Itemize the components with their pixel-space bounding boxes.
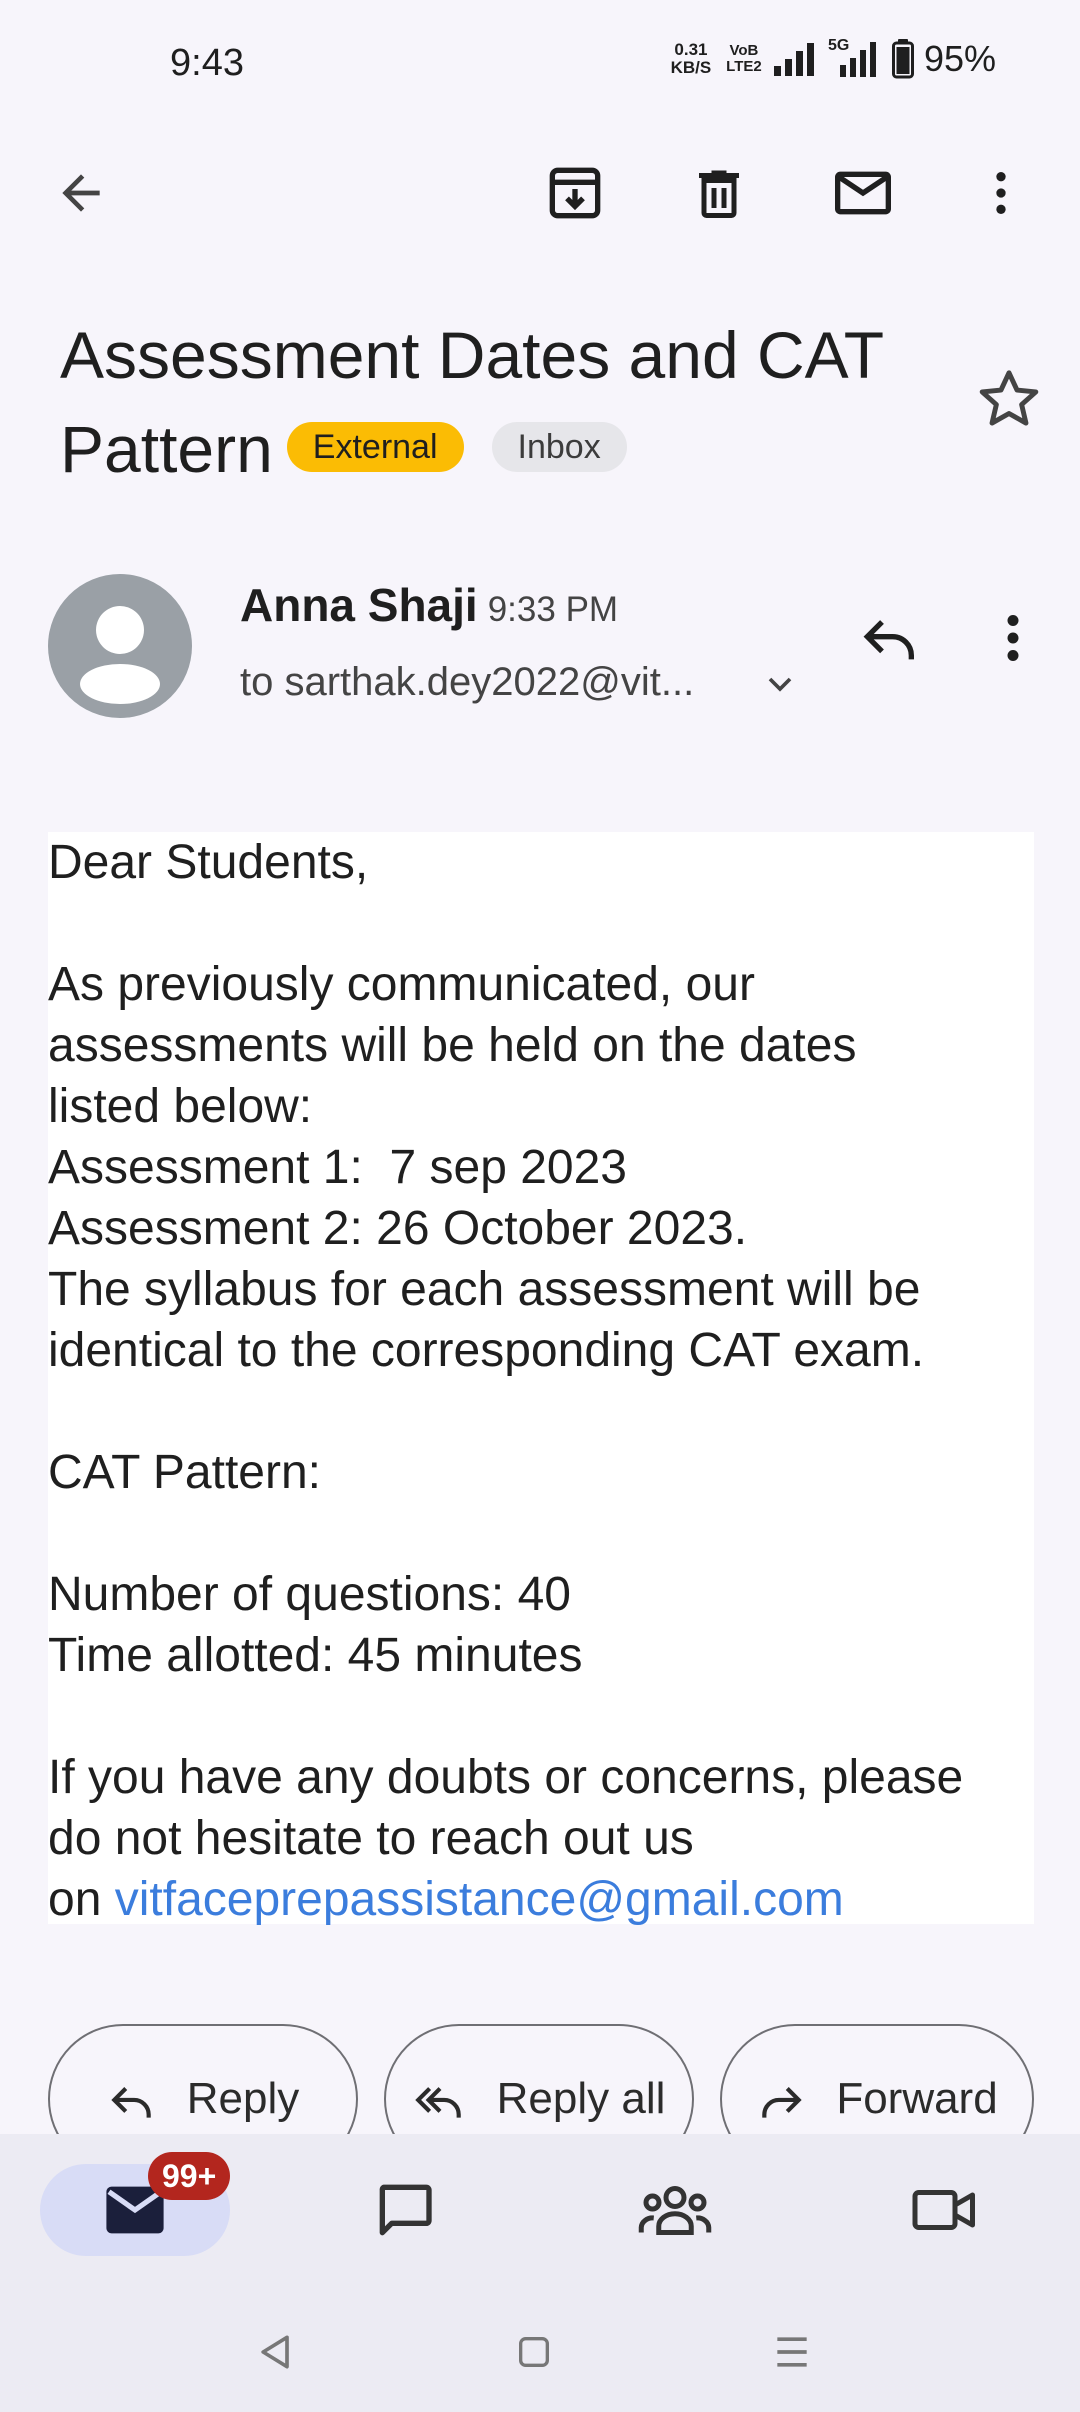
arrow-left-icon bbox=[62, 174, 100, 212]
sender-name[interactable]: Anna Shaji 9:33 PM bbox=[240, 578, 618, 632]
reply-icon-button[interactable] bbox=[850, 598, 930, 678]
body-line: identical to the corresponding CAT exam. bbox=[48, 1324, 925, 1377]
body-line: assessments will be held on the dates bbox=[48, 1019, 857, 1072]
body-line: As previously communicated, our bbox=[48, 958, 755, 1011]
body-line bbox=[48, 1381, 1034, 1442]
signal-icon bbox=[773, 43, 814, 76]
spaces-icon bbox=[638, 2186, 712, 2235]
reply-icon bbox=[111, 2087, 151, 2118]
reply-all-icon bbox=[414, 2087, 461, 2118]
body-line bbox=[48, 893, 1034, 954]
body-line-contact: on vitfaceprepassistance@gmail.com bbox=[48, 1873, 844, 1926]
square-home-icon bbox=[519, 2337, 549, 2367]
chevron-down-icon bbox=[768, 677, 792, 692]
menu-lines-icon bbox=[777, 2337, 807, 2367]
expand-details-button[interactable] bbox=[760, 664, 800, 704]
video-camera-icon bbox=[912, 2190, 975, 2230]
network-speed: 0.31 KB/S bbox=[670, 40, 712, 77]
mail-icon bbox=[835, 171, 891, 215]
recipient-line[interactable]: to sarthak.dey2022@vit... bbox=[240, 660, 730, 705]
body-line bbox=[48, 1686, 1034, 1747]
more-vertical-icon bbox=[1007, 615, 1019, 661]
system-back-button[interactable] bbox=[246, 2322, 306, 2382]
body-line: listed below: bbox=[48, 1080, 313, 1133]
unread-count-badge: 99+ bbox=[148, 2152, 231, 2200]
more-options-button[interactable] bbox=[958, 150, 1044, 236]
nav-chat[interactable] bbox=[310, 2164, 500, 2256]
status-bar: 9:43 0.31 KB/S VoB LTE2 5G 95% bbox=[0, 0, 1080, 128]
mark-unread-button[interactable] bbox=[820, 150, 906, 236]
signal-5g-icon: 5G bbox=[828, 37, 882, 79]
email-body: Dear Students, As previously communicated… bbox=[48, 832, 1034, 1926]
message-actions: Reply Reply all Forward bbox=[48, 2024, 1034, 2174]
label-inbox[interactable]: Inbox bbox=[491, 421, 627, 472]
triangle-back-icon bbox=[261, 2335, 289, 2369]
status-time: 9:43 bbox=[170, 42, 244, 84]
email-toolbar bbox=[0, 128, 1080, 258]
subject-line-2: Pattern External Inbox bbox=[60, 402, 960, 496]
reply-icon bbox=[863, 620, 914, 660]
subject-line-1: Assessment Dates and CAT bbox=[60, 318, 885, 392]
system-recents-button[interactable] bbox=[762, 2322, 822, 2382]
person-icon bbox=[80, 606, 160, 704]
contact-email-link[interactable]: vitfaceprepassistance@gmail.com bbox=[115, 1873, 844, 1926]
avatar[interactable] bbox=[48, 574, 192, 718]
nav-spaces[interactable] bbox=[580, 2164, 770, 2256]
system-home-button[interactable] bbox=[504, 2322, 564, 2382]
star-button[interactable] bbox=[972, 362, 1046, 436]
status-indicators: 0.31 KB/S VoB LTE2 5G 95% bbox=[666, 37, 996, 80]
sent-time: 9:33 PM bbox=[487, 590, 619, 629]
email-subject: Assessment Dates and CAT Pattern External… bbox=[60, 308, 960, 496]
body-line: The syllabus for each assessment will be bbox=[48, 1263, 921, 1316]
body-line: Assessment 2: 26 October 2023. bbox=[48, 1202, 748, 1255]
forward-icon bbox=[762, 2087, 802, 2118]
email-body-text: Dear Students, As previously communicated… bbox=[48, 832, 1034, 1930]
body-line bbox=[48, 1503, 1034, 1564]
body-line: Time allotted: 45 minutes bbox=[48, 1629, 583, 1682]
system-navigation bbox=[0, 2300, 1080, 2412]
archive-button[interactable] bbox=[532, 150, 618, 236]
body-line: Number of questions: 40 bbox=[48, 1568, 571, 1621]
body-line: CAT Pattern: bbox=[48, 1446, 321, 1499]
chat-icon bbox=[379, 2184, 432, 2236]
trash-icon bbox=[699, 170, 739, 218]
star-icon bbox=[979, 370, 1039, 426]
battery-icon bbox=[891, 39, 914, 79]
battery-percent: 95% bbox=[923, 38, 996, 79]
volte-indicator: VoB LTE2 bbox=[726, 42, 762, 75]
message-more-button[interactable] bbox=[990, 598, 1036, 678]
body-line: Assessment 1: 7 sep 2023 bbox=[48, 1141, 627, 1194]
body-line: Dear Students, bbox=[48, 836, 369, 889]
archive-icon bbox=[549, 167, 601, 219]
body-line: If you have any doubts or concerns, plea… bbox=[48, 1751, 964, 1804]
back-button[interactable] bbox=[38, 150, 124, 236]
label-external[interactable]: External bbox=[286, 421, 464, 472]
delete-button[interactable] bbox=[676, 150, 762, 236]
body-line: do not hesitate to reach out us bbox=[48, 1812, 694, 1865]
nav-meet[interactable] bbox=[850, 2164, 1040, 2256]
more-vertical-icon bbox=[996, 172, 1006, 214]
